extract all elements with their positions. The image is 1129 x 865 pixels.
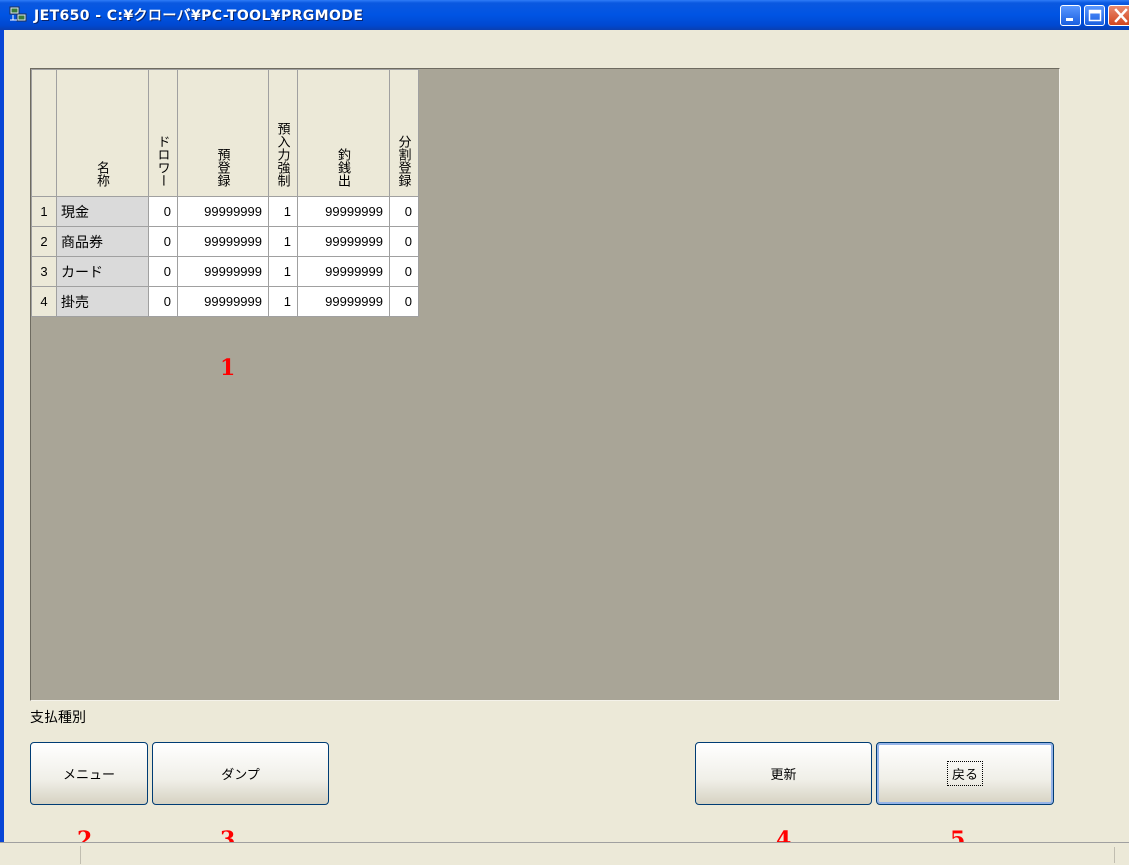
cell-name[interactable]: 掛売	[56, 286, 149, 317]
minimize-button[interactable]	[1060, 5, 1081, 26]
status-bar	[0, 842, 1129, 865]
column-header-deposit[interactable]: 預登録	[177, 69, 269, 197]
update-button[interactable]: 更新	[695, 742, 872, 805]
column-header-change[interactable]: 釣銭出	[297, 69, 390, 197]
cell-drawer[interactable]: 0	[148, 226, 178, 257]
resize-grip-icon[interactable]	[1114, 847, 1129, 863]
row-number[interactable]: 4	[31, 286, 57, 317]
row-number-header	[31, 69, 57, 197]
payment-type-label: 支払種別	[30, 710, 86, 726]
cell-name[interactable]: 商品券	[56, 226, 149, 257]
grid-header-row: 名称 ドロワー 預登録 預入力強制 釣銭出 分割登録	[31, 69, 419, 197]
column-header-name[interactable]: 名称	[56, 69, 149, 197]
grid-table: 名称 ドロワー 預登録 預入力強制 釣銭出 分割登録 1 現金 0 999999…	[31, 69, 419, 317]
close-button[interactable]	[1108, 5, 1129, 26]
cell-deposit[interactable]: 99999999	[177, 196, 269, 227]
main-window: JET650 - C:¥クローバ¥PC-TOOL¥PRGMODE 名称 ドロワー…	[0, 0, 1129, 865]
column-header-drawer[interactable]: ドロワー	[148, 69, 178, 197]
cell-split[interactable]: 0	[389, 196, 419, 227]
cell-split[interactable]: 0	[389, 226, 419, 257]
column-header-split[interactable]: 分割登録	[389, 69, 419, 197]
row-number[interactable]: 1	[31, 196, 57, 227]
network-computer-icon	[9, 6, 27, 23]
cell-name[interactable]: カード	[56, 256, 149, 287]
window-frame-left	[0, 30, 4, 865]
title-bar[interactable]: JET650 - C:¥クローバ¥PC-TOOL¥PRGMODE	[0, 0, 1129, 30]
table-row[interactable]: 2 商品券 0 99999999 1 99999999 0	[31, 226, 419, 257]
cell-drawer[interactable]: 0	[148, 256, 178, 287]
table-row[interactable]: 3 カード 0 99999999 1 99999999 0	[31, 256, 419, 287]
cell-change[interactable]: 99999999	[297, 286, 390, 317]
cell-deposit-force[interactable]: 1	[268, 196, 298, 227]
dump-button[interactable]: ダンプ	[152, 742, 329, 805]
row-number[interactable]: 2	[31, 226, 57, 257]
window-title: JET650 - C:¥クローバ¥PC-TOOL¥PRGMODE	[34, 8, 364, 24]
back-button[interactable]: 戻る	[876, 742, 1054, 805]
cell-split[interactable]: 0	[389, 256, 419, 287]
cell-deposit-force[interactable]: 1	[268, 226, 298, 257]
annotation-1: 1	[220, 355, 236, 381]
cell-deposit[interactable]: 99999999	[177, 256, 269, 287]
cell-change[interactable]: 99999999	[297, 256, 390, 287]
cell-deposit-force[interactable]: 1	[268, 286, 298, 317]
cell-deposit-force[interactable]: 1	[268, 256, 298, 287]
cell-change[interactable]: 99999999	[297, 226, 390, 257]
cell-deposit[interactable]: 99999999	[177, 286, 269, 317]
menu-button[interactable]: メニュー	[30, 742, 148, 805]
maximize-button[interactable]	[1084, 5, 1105, 26]
cell-drawer[interactable]: 0	[148, 286, 178, 317]
table-row[interactable]: 1 現金 0 99999999 1 99999999 0	[31, 196, 419, 227]
cell-drawer[interactable]: 0	[148, 196, 178, 227]
payment-type-grid[interactable]: 名称 ドロワー 預登録 預入力強制 釣銭出 分割登録 1 現金 0 999999…	[30, 68, 1060, 701]
cell-name[interactable]: 現金	[56, 196, 149, 227]
cell-deposit[interactable]: 99999999	[177, 226, 269, 257]
column-header-deposit-force[interactable]: 預入力強制	[268, 69, 298, 197]
table-row[interactable]: 4 掛売 0 99999999 1 99999999 0	[31, 286, 419, 317]
cell-change[interactable]: 99999999	[297, 196, 390, 227]
cell-split[interactable]: 0	[389, 286, 419, 317]
status-panel	[0, 846, 81, 864]
row-number[interactable]: 3	[31, 256, 57, 287]
